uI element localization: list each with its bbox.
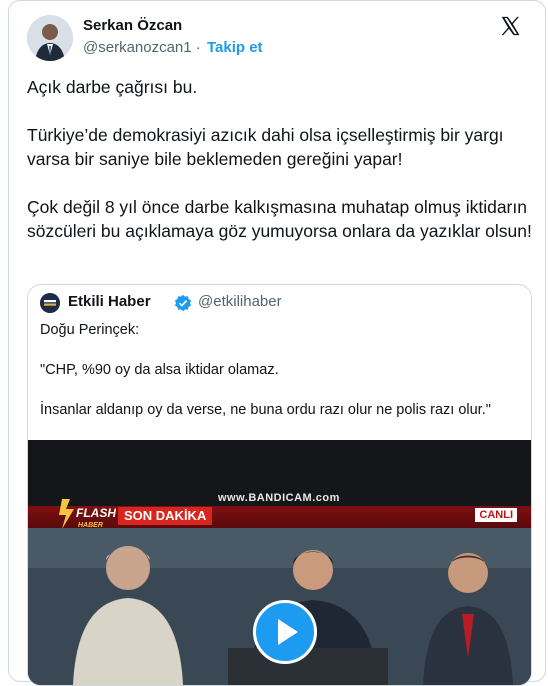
verified-badge-icon xyxy=(174,294,192,312)
tweet-header: Serkan Özcan @serkanozcan1 · Takip et xyxy=(27,15,527,63)
tweet-paragraph: Türkiye’de demokrasiyi azıcık dahi olsa … xyxy=(27,125,504,169)
tweet-paragraph: Çok değil 8 yıl önce darbe kalkışmasına … xyxy=(27,197,532,241)
tweet-text: Açık darbe çağrısı bu. Türkiye’de demokr… xyxy=(27,75,532,267)
play-icon xyxy=(278,619,298,645)
author-avatar[interactable] xyxy=(27,15,73,61)
author-handle-row: @serkanozcan1 · Takip et xyxy=(83,39,263,56)
video-player[interactable]: www.BANDICAM.com FLASH HABER SON DAKİKA … xyxy=(28,440,531,685)
follow-button[interactable]: Takip et xyxy=(207,39,263,56)
quoted-paragraph: İnsanlar aldanıp oy da verse, ne buna or… xyxy=(40,402,491,418)
quoted-tweet-text: Doğu Perinçek: "CHP, %90 oy da alsa ikti… xyxy=(40,320,520,440)
author-handle[interactable]: @serkanozcan1 xyxy=(83,39,192,56)
svg-text:FLASH: FLASH xyxy=(76,506,116,520)
breaking-news-banner: SON DAKİKA xyxy=(118,507,213,525)
quoted-author-avatar[interactable] xyxy=(40,293,60,313)
quoted-paragraph: Doğu Perinçek: xyxy=(40,322,140,338)
video-watermark: www.BANDICAM.com xyxy=(218,492,340,504)
quoted-author-name[interactable]: Etkili Haber xyxy=(68,293,151,310)
quoted-author-handle[interactable]: @etkilihaber xyxy=(198,293,282,310)
play-button[interactable] xyxy=(253,600,317,664)
quoted-tweet[interactable]: Etkili Haber @etkilihaber Doğu Perinçek:… xyxy=(27,284,532,686)
live-badge: CANLI xyxy=(475,508,517,522)
tweet-card: Serkan Özcan @serkanozcan1 · Takip et Aç… xyxy=(8,0,546,686)
tweet-paragraph: Açık darbe çağrısı bu. xyxy=(27,77,198,97)
separator-dot: · xyxy=(195,39,201,56)
author-name[interactable]: Serkan Özcan xyxy=(83,17,182,34)
x-logo-icon[interactable] xyxy=(499,15,521,37)
quoted-paragraph: "CHP, %90 oy da alsa iktidar olamaz. xyxy=(40,362,279,378)
